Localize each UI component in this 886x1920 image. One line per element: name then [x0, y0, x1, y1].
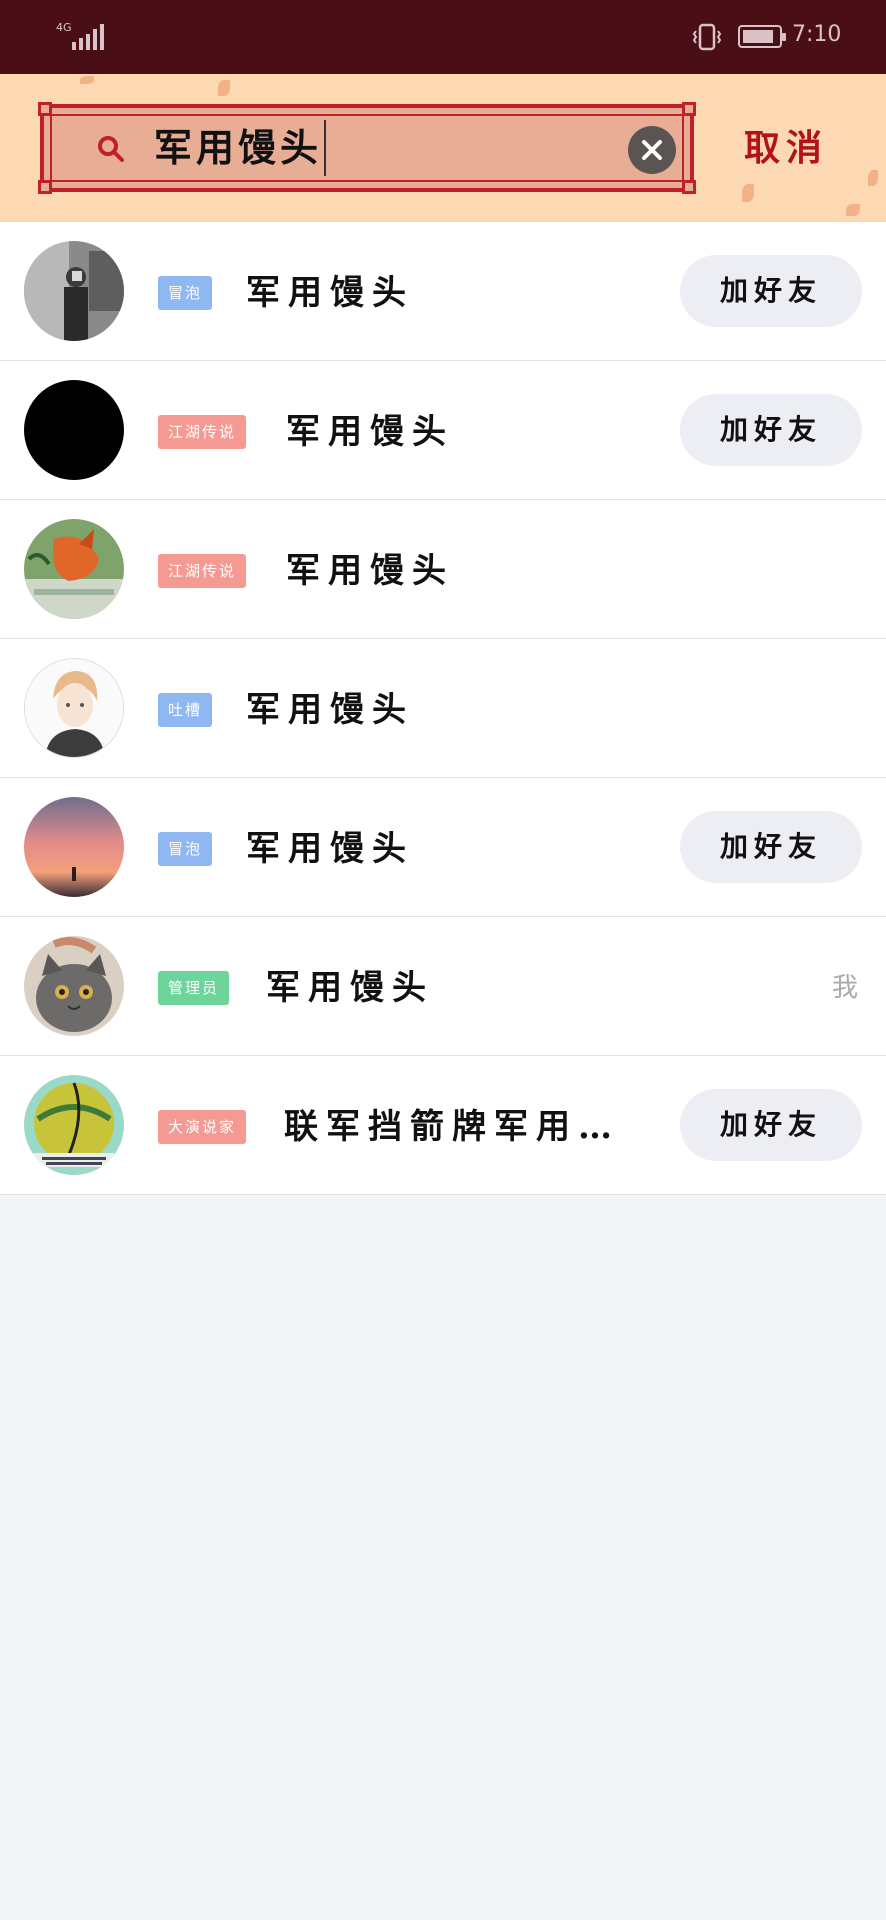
user-name: 军用馒头 [246, 273, 414, 313]
clock: 7:10 [792, 22, 842, 47]
badge: 冒泡 [158, 832, 213, 866]
avatar[interactable] [24, 797, 124, 897]
badge: 大演说家 [158, 1110, 247, 1144]
petal-decoration [218, 80, 230, 96]
petal-decoration [868, 170, 878, 186]
add-friend-button[interactable]: 加好友 [680, 255, 862, 327]
cancel-button[interactable]: 取消 [744, 120, 828, 176]
petal-decoration [80, 76, 94, 84]
avatar[interactable] [24, 1075, 124, 1175]
close-icon [642, 140, 662, 160]
user-name: 军用馒头 [286, 412, 454, 452]
add-friend-button[interactable]: 加好友 [680, 1089, 862, 1161]
avatar[interactable] [24, 241, 124, 341]
list-item[interactable]: 冒泡 军用馒头 加好友 [0, 778, 886, 917]
badge: 吐槽 [158, 693, 213, 727]
list-item[interactable]: 江湖传说 军用馒头 [0, 500, 886, 639]
search-header: 军用馒头 取消 [0, 74, 886, 222]
list-item[interactable]: 管理员 军用馒头 我 [0, 917, 886, 1056]
avatar[interactable] [24, 658, 124, 758]
list-item[interactable]: 吐槽 军用馒头 [0, 639, 886, 778]
badge: 冒泡 [158, 276, 213, 310]
user-name: 军用馒头 [246, 690, 414, 730]
user-name: 联军挡箭牌军用… [284, 1107, 620, 1147]
avatar[interactable] [24, 519, 124, 619]
user-name: 军用馒头 [286, 551, 454, 591]
badge: 江湖传说 [158, 554, 247, 588]
list-item[interactable]: 冒泡 军用馒头 加好友 [0, 222, 886, 361]
results-list: 冒泡 军用馒头 加好友 江湖传说 军用馒头 加好友 江湖传说 军用馒头 吐槽 军… [0, 222, 886, 1195]
me-label: 我 [832, 973, 859, 1003]
petal-decoration [742, 184, 754, 202]
list-item[interactable]: 大演说家 联军挡箭牌军用… 加好友 [0, 1056, 886, 1195]
badge: 江湖传说 [158, 415, 247, 449]
search-icon [98, 136, 124, 162]
add-friend-button[interactable]: 加好友 [680, 811, 862, 883]
avatar[interactable] [24, 936, 124, 1036]
user-name: 军用馒头 [246, 829, 414, 869]
status-bar: 4G 7:10 [0, 0, 886, 74]
user-name: 军用馒头 [266, 968, 434, 1008]
network-type: 4G [56, 21, 72, 34]
add-friend-button[interactable]: 加好友 [680, 394, 862, 466]
avatar[interactable] [24, 380, 124, 480]
petal-decoration [846, 204, 860, 216]
signal-icon [72, 24, 104, 50]
battery-icon [738, 25, 786, 48]
search-input[interactable]: 军用馒头 [154, 120, 327, 176]
clear-button[interactable] [628, 126, 676, 174]
search-box[interactable]: 军用馒头 [38, 102, 696, 194]
list-item[interactable]: 江湖传说 军用馒头 加好友 [0, 361, 886, 500]
badge: 管理员 [158, 971, 230, 1005]
vibrate-icon [692, 23, 722, 51]
